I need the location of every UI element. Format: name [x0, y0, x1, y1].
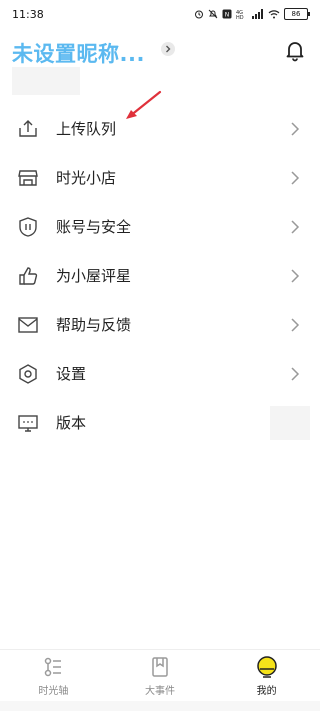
- nickname-chevron-icon[interactable]: [161, 42, 175, 56]
- bookmark-icon: [152, 657, 168, 677]
- chevron-right-icon: [291, 366, 300, 381]
- store-icon: [18, 169, 38, 186]
- tab-events[interactable]: 大事件: [107, 650, 214, 702]
- profile-face-icon: [256, 656, 277, 678]
- menu-item-settings[interactable]: 设置: [0, 349, 320, 398]
- menu-label: 版本: [56, 414, 87, 432]
- svg-text:HD: HD: [236, 15, 244, 19]
- shield-icon: [19, 216, 37, 237]
- tab-label: 大事件: [145, 686, 175, 697]
- upload-icon: [19, 119, 37, 137]
- mute-icon: [208, 9, 218, 19]
- chevron-right-icon: [291, 170, 300, 185]
- nfc-icon: N: [222, 9, 232, 19]
- tab-label: 时光轴: [38, 686, 69, 697]
- nickname-label[interactable]: 未设置昵称...: [12, 38, 145, 68]
- settings-menu: 上传队列 时光小店 账号与安全 为小屋评星 帮助与反馈 设置 版本: [0, 104, 320, 447]
- menu-item-time-store[interactable]: 时光小店: [0, 153, 320, 202]
- menu-label: 帮助与反馈: [56, 316, 132, 334]
- battery-level: 86: [291, 10, 301, 18]
- menu-label: 上传队列: [56, 120, 117, 138]
- menu-label: 设置: [56, 365, 87, 383]
- status-time: 11:38: [12, 7, 44, 21]
- svg-text:N: N: [225, 11, 230, 18]
- menu-label: 账号与安全: [56, 218, 132, 236]
- chevron-right-icon: [291, 317, 300, 332]
- version-value-placeholder: [270, 405, 310, 440]
- hd-icon: 4GHD: [236, 10, 244, 19]
- tab-label: 我的: [256, 686, 277, 697]
- menu-item-account-security[interactable]: 账号与安全: [0, 202, 320, 251]
- status-bar: 11:38 N 4G HD 86: [0, 0, 320, 28]
- menu-item-version[interactable]: 版本: [0, 398, 320, 447]
- mail-icon: [18, 316, 38, 333]
- menu-label: 时光小店: [56, 169, 117, 187]
- tab-timeline[interactable]: 时光轴: [0, 650, 107, 702]
- user-id-placeholder: [12, 67, 80, 95]
- status-icons: N 4G HD 86: [194, 8, 310, 20]
- bottom-tab-bar: 时光轴 大事件 我的: [0, 649, 320, 702]
- settings-icon: [19, 363, 37, 384]
- wifi-icon: [268, 10, 280, 19]
- menu-label: 为小屋评星: [56, 267, 132, 285]
- annotation-arrow-icon: [126, 90, 162, 119]
- menu-item-rate-app[interactable]: 为小屋评星: [0, 251, 320, 300]
- chevron-right-icon: [291, 121, 300, 136]
- tab-mine[interactable]: 我的: [213, 650, 320, 702]
- system-nav-bar: [0, 701, 320, 711]
- alarm-icon: [195, 10, 203, 19]
- bell-icon[interactable]: [283, 38, 307, 62]
- menu-item-help-feedback[interactable]: 帮助与反馈: [0, 300, 320, 349]
- chevron-right-icon: [291, 268, 300, 283]
- battery-icon: 86: [284, 8, 310, 20]
- signal-icon: [252, 9, 263, 19]
- monitor-icon: [18, 414, 38, 432]
- thumbs-up-icon: [19, 266, 38, 285]
- timeline-icon: [45, 657, 62, 677]
- chevron-right-icon: [291, 219, 300, 234]
